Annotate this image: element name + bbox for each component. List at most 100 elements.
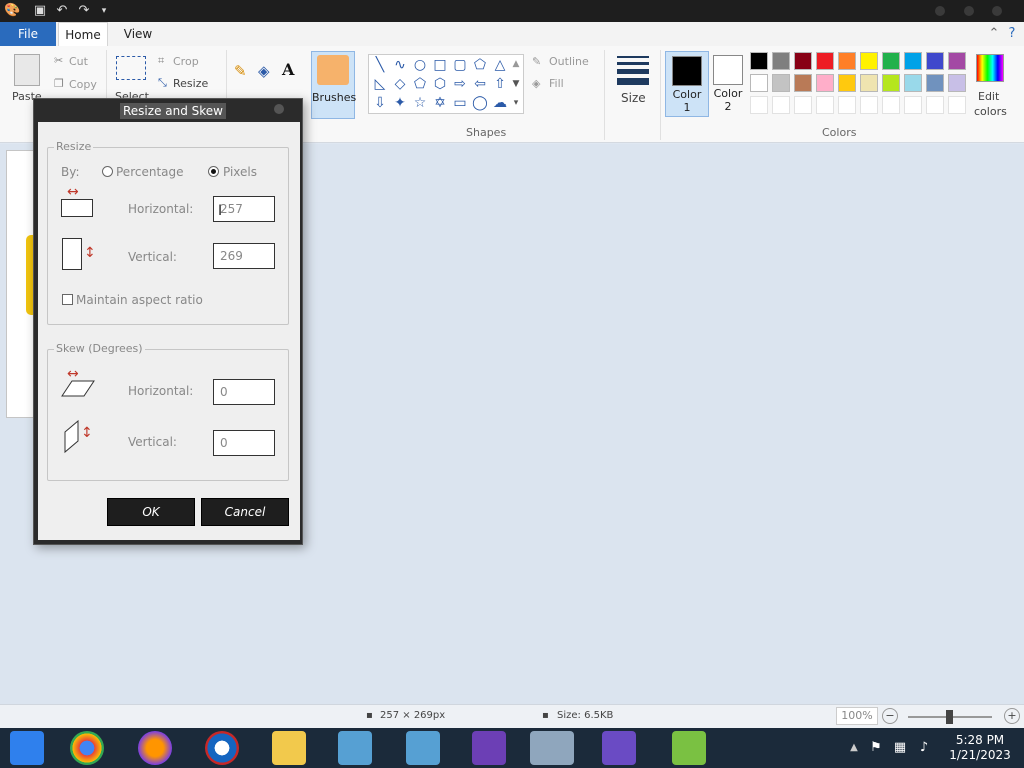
palette-color-swatch[interactable] <box>794 52 812 70</box>
redo-icon[interactable]: ↷ <box>76 3 92 19</box>
size-button[interactable]: Size <box>621 91 646 105</box>
palette-color-swatch[interactable] <box>904 74 922 92</box>
dialog-close-button[interactable] <box>274 104 284 114</box>
five-point-star-shape-icon[interactable]: ☆ <box>411 94 429 112</box>
save-icon[interactable]: ▣ <box>32 3 48 19</box>
palette-color-swatch[interactable] <box>926 52 944 70</box>
percentage-label[interactable]: Percentage <box>116 165 184 179</box>
firefox-icon[interactable] <box>138 731 172 765</box>
edit-colors-label-2[interactable]: colors <box>974 105 1007 118</box>
palette-color-swatch[interactable] <box>948 52 966 70</box>
tab-view[interactable]: View <box>114 22 162 46</box>
palette-color-swatch[interactable] <box>882 96 900 114</box>
palette-color-swatch[interactable] <box>926 96 944 114</box>
paste-icon[interactable] <box>14 54 40 86</box>
resize-horizontal-input[interactable] <box>213 196 275 222</box>
palette-color-swatch[interactable] <box>926 74 944 92</box>
palette-color-swatch[interactable] <box>860 74 878 92</box>
right-arrow-shape-icon[interactable]: ⇨ <box>451 75 469 93</box>
cancel-button[interactable]: Cancel <box>201 498 289 526</box>
callout-rectangle-shape-icon[interactable]: ▭ <box>451 94 469 112</box>
visual-studio-icon[interactable] <box>472 731 506 765</box>
customize-toolbar-icon[interactable]: ▾ <box>96 3 112 19</box>
curve-shape-icon[interactable]: ∿ <box>391 56 409 74</box>
color2-button[interactable]: Color 2 <box>706 51 750 117</box>
tab-home[interactable]: Home <box>58 22 108 46</box>
text-tool-icon[interactable]: A <box>282 60 294 79</box>
maintain-aspect-label[interactable]: Maintain aspect ratio <box>76 293 203 307</box>
palette-color-swatch[interactable] <box>838 52 856 70</box>
palette-color-swatch[interactable] <box>948 96 966 114</box>
triangle-shape-icon[interactable]: △ <box>491 56 509 74</box>
chrome-icon[interactable] <box>70 731 104 765</box>
crop-icon[interactable]: ⌗ <box>158 54 164 68</box>
polygon-shape-icon[interactable]: ⬠ <box>471 56 489 74</box>
network-computer-icon-2[interactable] <box>406 731 440 765</box>
taskbar-app-icon[interactable] <box>10 731 44 765</box>
left-arrow-shape-icon[interactable]: ⇦ <box>471 75 489 93</box>
maximize-button[interactable] <box>964 6 974 16</box>
down-arrow-shape-icon[interactable]: ⇩ <box>371 94 389 112</box>
tab-file[interactable]: File <box>0 22 56 46</box>
zoom-in-button[interactable]: + <box>1004 708 1020 724</box>
palette-color-swatch[interactable] <box>750 96 768 114</box>
pixels-radio[interactable] <box>208 166 219 177</box>
collapse-ribbon-icon[interactable]: ⌃ <box>986 26 1002 42</box>
up-arrow-shape-icon[interactable]: ⇧ <box>491 75 509 93</box>
maintain-aspect-checkbox[interactable] <box>62 294 73 305</box>
diamond-shape-icon[interactable]: ◇ <box>391 75 409 93</box>
line-shape-icon[interactable]: ╲ <box>371 56 389 74</box>
shapes-more-icon[interactable]: ▾ <box>509 94 523 112</box>
palette-color-swatch[interactable] <box>750 52 768 70</box>
rounded-rectangle-shape-icon[interactable]: ▢ <box>451 56 469 74</box>
palette-color-swatch[interactable] <box>860 52 878 70</box>
resize-icon[interactable]: ⤡ <box>158 76 167 90</box>
edit-colors-icon[interactable] <box>976 54 1004 82</box>
cut-icon[interactable]: ✂ <box>54 54 63 67</box>
palette-color-swatch[interactable] <box>838 96 856 114</box>
pixels-label[interactable]: Pixels <box>223 165 257 179</box>
close-button[interactable] <box>992 6 1002 16</box>
palette-color-swatch[interactable] <box>882 52 900 70</box>
file-explorer-icon[interactable] <box>272 731 306 765</box>
pentagon-shape-icon[interactable]: ⬠ <box>411 75 429 93</box>
taskbar-clock[interactable]: 5:28 PM 1/21/2023 <box>945 733 1015 763</box>
palette-color-swatch[interactable] <box>838 74 856 92</box>
six-point-star-shape-icon[interactable]: ✡ <box>431 94 449 112</box>
palette-color-swatch[interactable] <box>794 74 812 92</box>
brushes-button[interactable]: Brushes <box>311 51 356 119</box>
show-hidden-icons-icon[interactable]: ▲ <box>846 740 862 756</box>
flag-icon[interactable]: ⚑ <box>868 740 884 756</box>
network-icon[interactable]: ▦ <box>892 740 908 756</box>
people-app-icon[interactable] <box>602 731 636 765</box>
palette-color-swatch[interactable] <box>882 74 900 92</box>
select-icon[interactable] <box>116 56 146 80</box>
pencil-icon[interactable]: ✎ <box>234 62 247 80</box>
paint-taskbar-icon[interactable] <box>530 731 574 765</box>
palette-color-swatch[interactable] <box>860 96 878 114</box>
fill-button[interactable]: Fill <box>549 77 564 90</box>
cut-button[interactable]: Cut <box>69 55 88 68</box>
palette-color-swatch[interactable] <box>772 96 790 114</box>
four-point-star-shape-icon[interactable]: ✦ <box>391 94 409 112</box>
zoom-slider-track[interactable] <box>908 710 992 724</box>
skew-vertical-input[interactable] <box>213 430 275 456</box>
rectangle-shape-icon[interactable]: □ <box>431 56 449 74</box>
resize-button[interactable]: Resize <box>173 77 208 90</box>
fill-bucket-icon[interactable]: ◈ <box>258 62 270 80</box>
palette-color-swatch[interactable] <box>816 74 834 92</box>
palette-color-swatch[interactable] <box>772 74 790 92</box>
outline-button[interactable]: Outline <box>549 55 589 68</box>
help-icon[interactable]: ? <box>1004 26 1020 42</box>
zoom-out-button[interactable]: − <box>882 708 898 724</box>
color1-button[interactable]: Color 1 <box>665 51 709 117</box>
notepad-app-icon[interactable] <box>672 731 706 765</box>
oval-shape-icon[interactable]: ○ <box>411 56 429 74</box>
callout-oval-shape-icon[interactable]: ◯ <box>471 94 489 112</box>
fill-icon[interactable]: ◈ <box>532 77 540 90</box>
size-icon[interactable] <box>617 56 649 85</box>
palette-color-swatch[interactable] <box>772 52 790 70</box>
minimize-button[interactable] <box>935 6 945 16</box>
palette-color-swatch[interactable] <box>904 96 922 114</box>
copy-icon[interactable]: ❐ <box>54 77 64 90</box>
